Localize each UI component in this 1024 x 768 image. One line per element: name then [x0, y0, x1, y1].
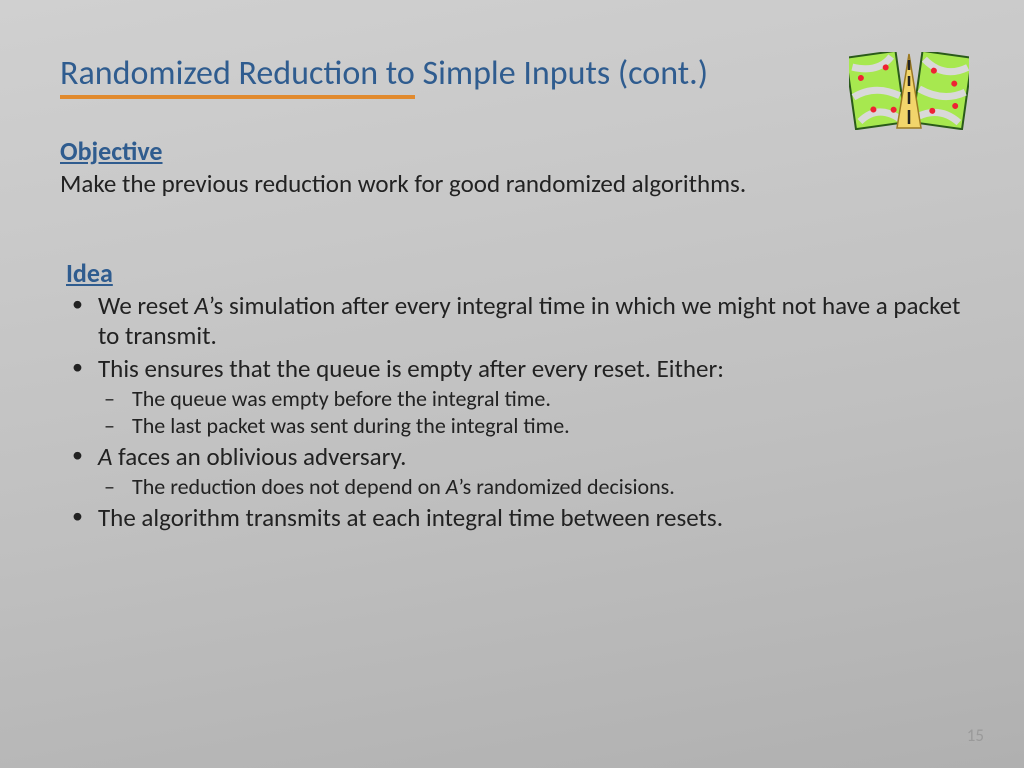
list-item: A faces an oblivious adversary. The redu…	[94, 442, 964, 501]
list-item: The last packet was sent during the inte…	[128, 413, 964, 440]
title-row: Randomized Reduction to Simple Inputs (c…	[60, 54, 964, 99]
title-rest: Simple Inputs (cont.)	[415, 53, 708, 94]
title-first-part: Randomized Reduction to	[60, 54, 415, 99]
objective-body: Make the previous reduction work for goo…	[60, 169, 964, 199]
sub-list: The queue was empty before the integral …	[98, 386, 964, 440]
idea-heading: Idea	[66, 257, 964, 289]
list-item: The queue was empty before the integral …	[128, 386, 964, 413]
objective-heading: Objective	[60, 135, 964, 167]
slide-title: Randomized Reduction to Simple Inputs (c…	[60, 54, 708, 99]
list-item: This ensures that the queue is empty aft…	[94, 354, 964, 440]
roads-clipart-icon	[849, 52, 969, 130]
list-item: The reduction does not depend on A’s ran…	[128, 474, 964, 501]
sub-list: The reduction does not depend on A’s ran…	[98, 474, 964, 501]
idea-section: Idea We reset A’s simulation after every…	[60, 257, 964, 534]
list-item: We reset A’s simulation after every inte…	[94, 291, 964, 352]
slide: Randomized Reduction to Simple Inputs (c…	[0, 0, 1024, 768]
page-number: 15	[967, 725, 984, 746]
list-item: The algorithm transmits at each integral…	[94, 503, 964, 534]
idea-list: We reset A’s simulation after every inte…	[66, 291, 964, 534]
